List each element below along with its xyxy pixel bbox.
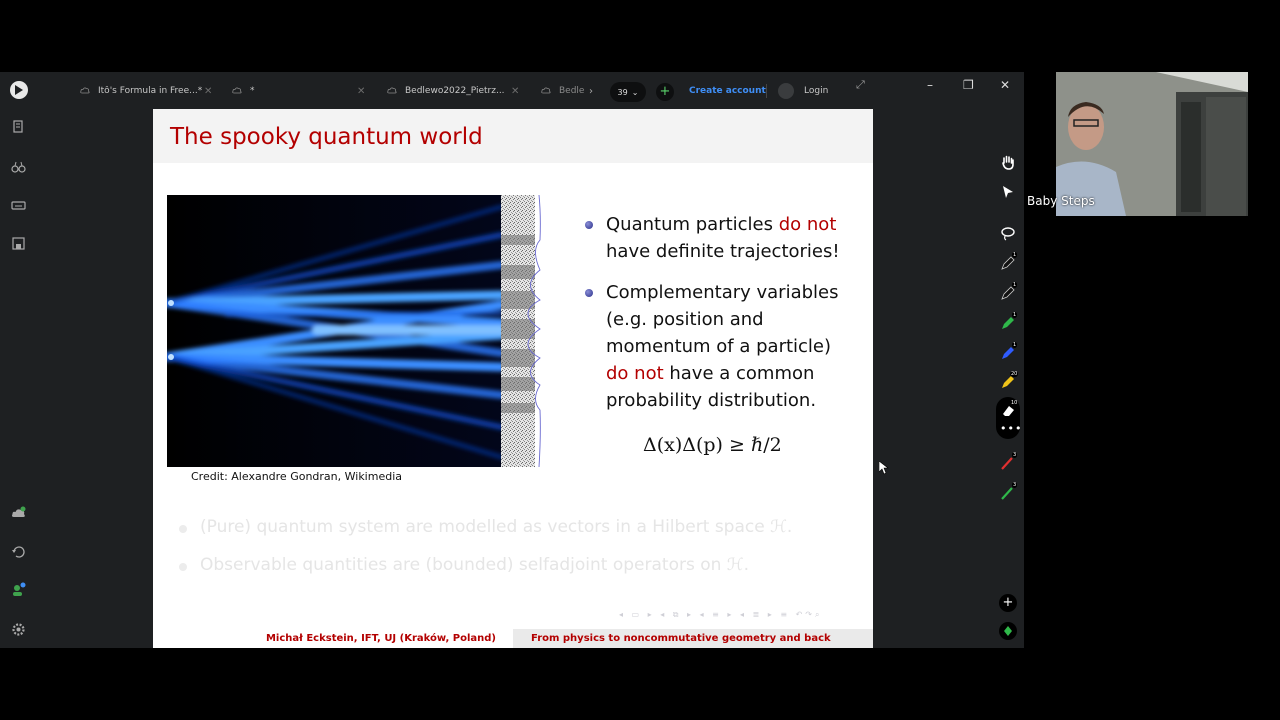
minimize-button[interactable]: – <box>927 78 933 92</box>
bullet-1-text-b: have definite trajectories! <box>606 241 840 262</box>
tab-close-icon[interactable]: ✕ <box>204 86 212 97</box>
bullet-1-text-a: Quantum particles <box>606 214 779 235</box>
compass-icon <box>1004 626 1012 636</box>
add-page-button[interactable]: + <box>656 83 674 101</box>
pen-green-badge: 1 <box>1012 312 1018 318</box>
slide-canvas[interactable]: The spooky quantum world Credit: Alexand… <box>153 109 873 648</box>
bullet-icon <box>179 563 187 571</box>
cloud-sync-icon[interactable] <box>11 506 26 521</box>
pen-red-badge: 3 <box>1012 452 1018 458</box>
hand-pan-icon[interactable] <box>1000 154 1016 170</box>
tab-label: Bedle <box>559 86 585 96</box>
faded-bullet-2: Observable quantities are (bounded) self… <box>200 555 750 575</box>
slide-header: The spooky quantum world <box>153 109 873 163</box>
tab-close-icon[interactable]: ✕ <box>357 86 365 97</box>
tab-bar: Itô's Formula in Free...* ✕ * ✕ Bedlewo2… <box>0 72 1024 108</box>
bullet-1-emphasis: do not <box>778 214 837 235</box>
app-logo-icon[interactable] <box>10 81 28 99</box>
eraser-badge: 10 <box>1010 400 1019 406</box>
whiteboard-app: Itô's Formula in Free...* ✕ * ✕ Bedlewo2… <box>0 72 1024 648</box>
highlighter-badge: 20 <box>1010 371 1019 377</box>
restore-button[interactable]: ❐ <box>963 78 974 92</box>
binoculars-icon[interactable] <box>11 159 26 174</box>
tab-scroll-right-icon[interactable]: › <box>589 86 593 97</box>
tab-itos-formula[interactable]: Itô's Formula in Free...* ✕ <box>80 80 212 102</box>
slide-title: The spooky quantum world <box>170 124 483 150</box>
bullet-text-2: Complementary variables (e.g. position a… <box>606 279 846 414</box>
image-credit: Credit: Alexandre Gondran, Wikimedia <box>191 470 403 483</box>
close-window-button[interactable]: ✕ <box>1000 78 1010 92</box>
more-options-icon[interactable]: ••• <box>1000 422 1022 435</box>
pen-black-2-badge: 1 <box>1012 282 1018 288</box>
right-toolbar: 1 1 1 1 20 10 ••• 3 3 + <box>992 108 1024 648</box>
cloud-icon <box>387 87 397 94</box>
history-icon[interactable] <box>11 545 26 560</box>
save-icon[interactable] <box>11 236 26 251</box>
double-slit-interference-image <box>167 195 501 467</box>
cloud-icon <box>232 87 242 94</box>
tab-label: Itô's Formula in Free...* <box>98 86 203 96</box>
bullet-2-emphasis: do not <box>606 363 664 384</box>
lasso-icon[interactable] <box>1000 225 1016 241</box>
keyboard-icon[interactable] <box>11 198 26 213</box>
pen-blue-badge: 1 <box>1012 342 1018 348</box>
tab-label: * <box>250 86 255 96</box>
bullet-text-1: Quantum particles do not have definite t… <box>606 211 856 265</box>
divider <box>766 84 767 98</box>
pen-green-thin-badge: 3 <box>1012 482 1018 488</box>
page-count: 39 <box>617 87 628 97</box>
tab-bedle[interactable]: Bedle › <box>541 80 601 102</box>
tab-untitled[interactable]: * ✕ <box>232 80 367 102</box>
footer-talk-title: From physics to noncommutative geometry … <box>513 629 873 648</box>
bullet-icon <box>585 221 593 229</box>
zoom-in-button[interactable]: + <box>999 594 1017 612</box>
participant-name: Baby Steps <box>1027 194 1095 208</box>
beamer-navigation-icons[interactable]: ◂ ▭ ▸ ◂ ⧉ ▸ ◂ ≡ ▸ ◂ ≣ ▸ ≡ ↶↷⌕ <box>619 610 822 620</box>
chevron-down-icon: ⌄ <box>631 87 639 97</box>
tab-close-icon[interactable]: ✕ <box>511 86 519 97</box>
navigate-button[interactable] <box>999 622 1017 640</box>
user-avatar-icon[interactable] <box>778 83 794 99</box>
uncertainty-formula: Δ(x)Δ(p) ≥ ℏ/2 <box>643 434 782 456</box>
bullet-icon <box>179 525 187 533</box>
cloud-icon <box>541 87 551 94</box>
cloud-icon <box>80 87 90 94</box>
footer-author: Michał Eckstein, IFT, UJ (Kraków, Poland… <box>153 629 513 648</box>
tab-bedlewo-pietrz[interactable]: Bedlewo2022_Pietrz... ✕ <box>387 80 522 102</box>
faded-bullet-1: (Pure) quantum system are modelled as ve… <box>200 517 793 537</box>
pointer-arrow-icon[interactable] <box>1000 184 1016 200</box>
pen-black-badge: 1 <box>1012 252 1018 258</box>
bullet-2-text-a: Complementary variables (e.g. position a… <box>606 282 839 357</box>
document-icon[interactable] <box>11 119 26 134</box>
mouse-cursor-icon <box>879 461 889 475</box>
page-count-dropdown[interactable]: 39 ⌄ <box>610 82 646 102</box>
users-icon[interactable] <box>11 582 26 597</box>
slide-footer: Michał Eckstein, IFT, UJ (Kraków, Poland… <box>153 629 873 648</box>
fullscreen-icon[interactable]: ⤢ <box>856 78 865 92</box>
tab-label: Bedlewo2022_Pietrz... <box>405 86 505 96</box>
login-button[interactable]: Login <box>804 86 828 96</box>
left-sidebar <box>0 108 38 648</box>
bullet-icon <box>585 289 593 297</box>
interference-pattern-screen <box>501 194 541 468</box>
gear-icon[interactable] <box>11 622 26 637</box>
create-account-link[interactable]: Create account <box>689 86 766 96</box>
